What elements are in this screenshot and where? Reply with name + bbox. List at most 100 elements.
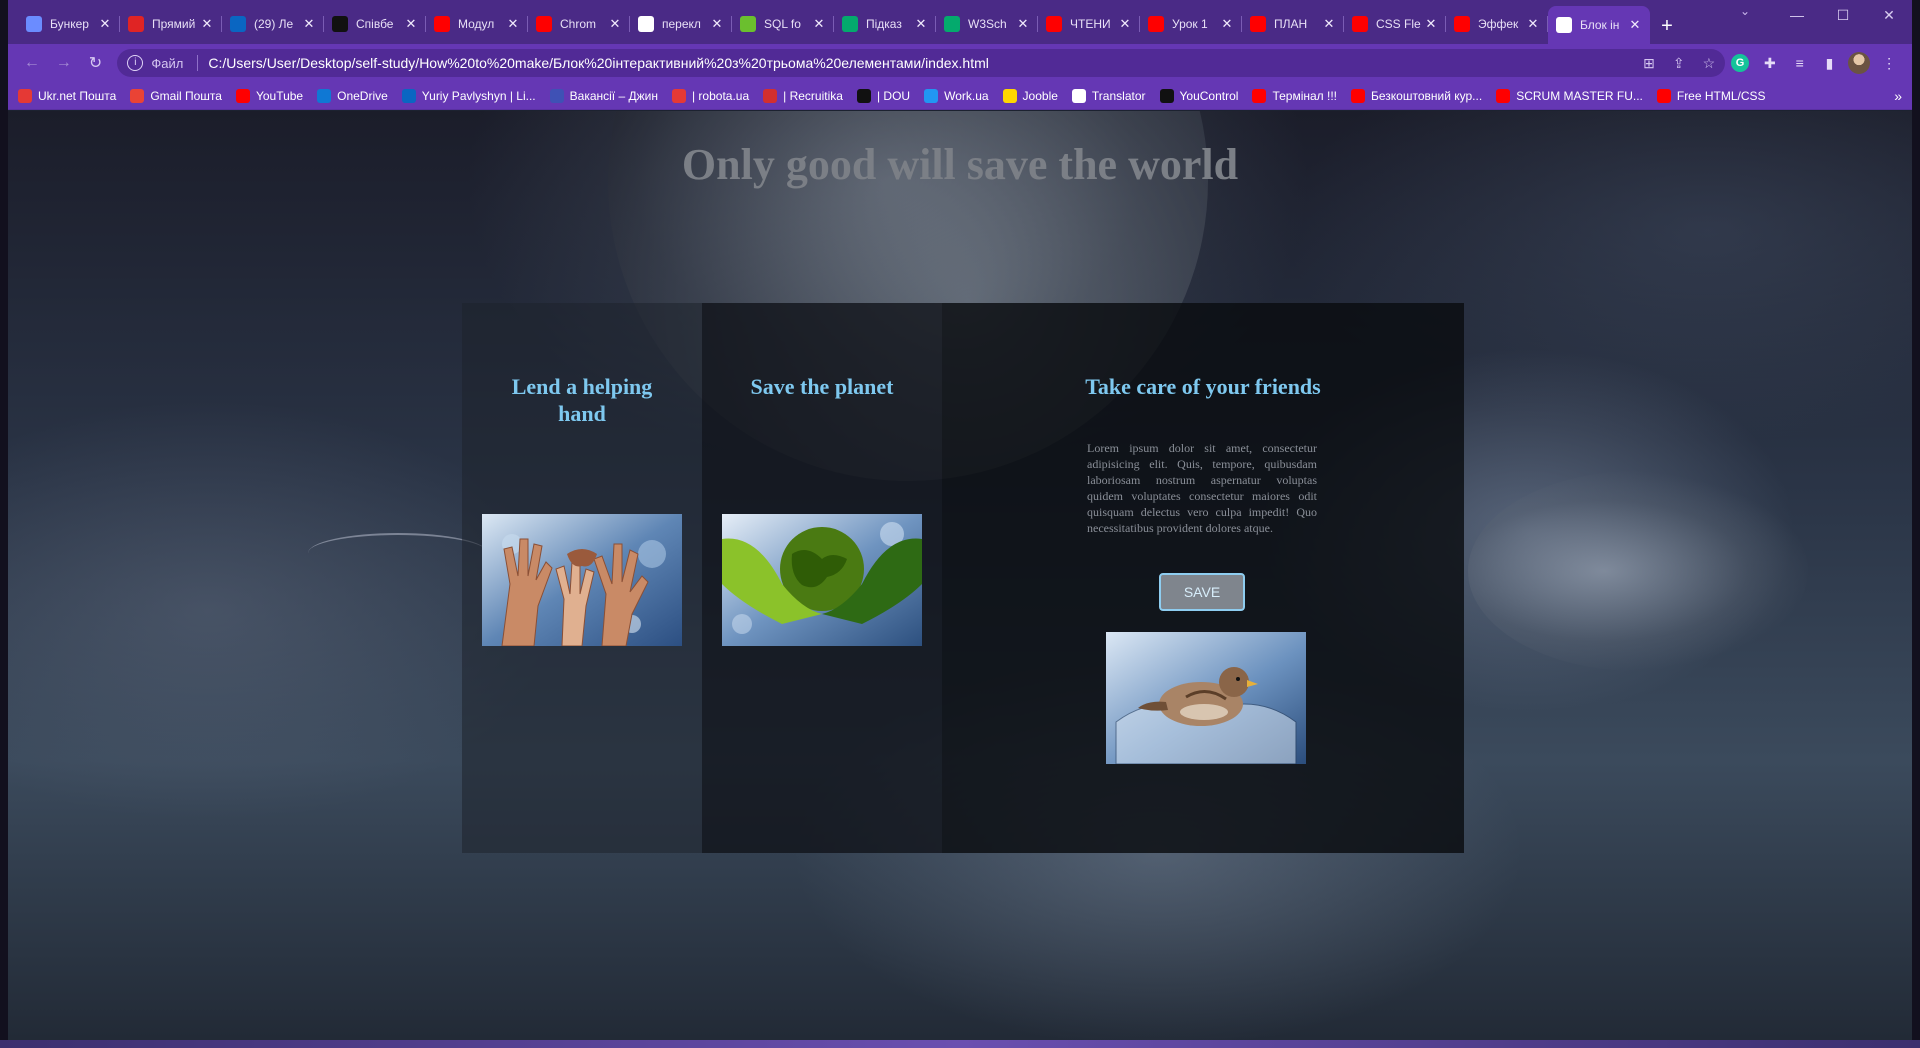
translate-icon[interactable]: ⊞ (1643, 55, 1655, 72)
tab-title: W3Sch (968, 17, 1007, 31)
side-panel-icon[interactable]: ▮ (1815, 49, 1845, 77)
cards-block: Lend a helping hand Save the planet Take… (462, 303, 1464, 853)
close-tab-icon[interactable]: ✕ (1322, 16, 1336, 32)
close-tab-icon[interactable]: ✕ (1220, 16, 1234, 32)
tab-title: Chrom (560, 17, 597, 31)
browser-tab[interactable]: (29) Ле ✕ (222, 6, 324, 42)
card-title: Lend a helping hand (511, 374, 653, 426)
close-tab-icon[interactable]: ✕ (914, 16, 928, 32)
browser-tab[interactable]: Співбе ✕ (324, 6, 426, 42)
youtube-icon (235, 88, 250, 103)
bookmark-item[interactable]: OneDrive (317, 88, 388, 103)
close-tab-icon[interactable]: ✕ (1628, 17, 1642, 33)
bookmark-item[interactable]: SCRUM MASTER FU... (1496, 88, 1643, 103)
card-helping-hand[interactable]: Lend a helping hand (462, 303, 702, 853)
youtube-icon (1352, 16, 1368, 32)
close-tab-icon[interactable]: ✕ (608, 16, 622, 32)
share-icon[interactable]: ⇪ (1673, 55, 1685, 72)
reading-list-icon[interactable]: ≡ (1785, 49, 1815, 77)
bookmark-item[interactable]: Translator (1071, 88, 1146, 103)
close-tab-icon[interactable]: ✕ (1016, 16, 1030, 32)
dou-icon (856, 88, 871, 103)
grammarly-extension-icon[interactable]: G (1725, 49, 1755, 77)
bookmark-item[interactable]: YouControl (1159, 88, 1238, 103)
gmail-icon (130, 88, 145, 103)
close-tab-icon[interactable]: ✕ (1118, 16, 1132, 32)
back-arrow-icon[interactable]: ← (16, 49, 48, 77)
bookmark-item[interactable]: Gmail Пошта (130, 88, 222, 103)
close-tab-icon[interactable]: ✕ (200, 16, 214, 32)
sparrow-in-hands-image (1106, 632, 1306, 764)
bookmark-label: Yuriy Pavlyshyn | Li... (421, 88, 536, 103)
bookmark-label: Translator (1091, 88, 1146, 103)
bookmark-item[interactable]: | DOU (856, 88, 910, 103)
workua-icon (924, 88, 939, 103)
spaceship-background (1468, 471, 1808, 671)
browser-menu-icon[interactable]: ⋮ (1874, 49, 1904, 77)
bookmark-item[interactable]: Jooble (1002, 88, 1058, 103)
bookmark-item[interactable]: Термінал !!! (1252, 88, 1337, 103)
close-tab-icon[interactable]: ✕ (710, 16, 724, 32)
browser-tab[interactable]: Модул ✕ (426, 6, 528, 42)
browser-tab[interactable]: Бункер ✕ (18, 6, 120, 42)
save-button[interactable]: SAVE (1159, 573, 1245, 611)
helping-hands-image (482, 514, 682, 646)
browser-tab[interactable]: ПЛАН ✕ (1242, 6, 1344, 42)
browser-tab[interactable]: Эффек ✕ (1446, 6, 1548, 42)
site-info-icon[interactable]: i (127, 55, 144, 71)
browser-tab[interactable]: Блок ін ✕ (1548, 6, 1650, 44)
browser-tab[interactable]: перекл ✕ (630, 6, 732, 42)
card-care-friends[interactable]: Take care of your friends Lorem ipsum do… (942, 303, 1464, 853)
bookmark-item[interactable]: | robota.ua (671, 88, 749, 103)
close-tab-icon[interactable]: ✕ (812, 16, 826, 32)
youtube-icon (1046, 16, 1062, 32)
tab-title: SQL fo (764, 17, 801, 31)
bookmark-star-icon[interactable]: ☆ (1703, 55, 1716, 72)
bookmarks-overflow-icon[interactable]: » (1894, 88, 1902, 104)
extensions-puzzle-icon[interactable]: ✚ (1755, 49, 1785, 77)
close-tab-icon[interactable]: ✕ (1526, 16, 1540, 32)
browser-tab[interactable]: CSS Fle ✕ (1344, 6, 1446, 42)
bookmark-item[interactable]: | Recruitika (763, 88, 843, 103)
bookmark-label: OneDrive (337, 88, 388, 103)
new-tab-button[interactable]: + (1650, 8, 1684, 44)
tab-title: Бункер (50, 17, 89, 31)
browser-tab[interactable]: Урок 1 ✕ (1140, 6, 1242, 42)
close-window-icon[interactable]: ✕ (1866, 0, 1912, 30)
card-save-planet[interactable]: Save the planet (702, 303, 942, 853)
browser-tab[interactable]: ЧТЕНИ ✕ (1038, 6, 1140, 42)
page-headline: Only good will save the world (681, 140, 1239, 189)
browser-tab[interactable]: SQL fo ✕ (732, 6, 834, 42)
reload-icon[interactable]: ↻ (80, 49, 112, 77)
bookmark-item[interactable]: Ukr.net Пошта (18, 88, 116, 103)
browser-tab[interactable]: Chrom ✕ (528, 6, 630, 42)
close-tab-icon[interactable]: ✕ (302, 16, 316, 32)
google-icon (1071, 88, 1086, 103)
youtube-icon (1454, 16, 1470, 32)
maximize-icon[interactable]: ☐ (1820, 0, 1866, 30)
tab-search-chevron-icon[interactable]: ⌄ (1740, 4, 1750, 18)
forward-arrow-icon[interactable]: → (48, 49, 80, 77)
close-tab-icon[interactable]: ✕ (404, 16, 418, 32)
tab-title: Модул (458, 17, 495, 31)
minimize-icon[interactable]: — (1774, 0, 1820, 30)
browser-tab[interactable]: Прямий ✕ (120, 6, 222, 42)
close-tab-icon[interactable]: ✕ (98, 16, 112, 32)
browser-tab[interactable]: W3Sch ✕ (936, 6, 1038, 42)
bookmark-item[interactable]: YouTube (235, 88, 303, 103)
profile-avatar[interactable] (1844, 49, 1874, 77)
bookmark-item[interactable]: Вакансії – Джин (549, 88, 658, 103)
bookmark-item[interactable]: Work.ua (924, 88, 989, 103)
tab-title: ЧТЕНИ (1070, 17, 1111, 31)
close-tab-icon[interactable]: ✕ (1424, 16, 1438, 32)
dou-icon (332, 16, 348, 32)
browser-tab[interactable]: Підказ ✕ (834, 6, 936, 42)
address-url[interactable]: C:/Users/User/Desktop/self-study/How%20t… (208, 55, 1625, 71)
youtube-icon (536, 16, 552, 32)
bookmark-item[interactable]: Free HTML/CSS (1656, 88, 1766, 103)
bookmark-item[interactable]: Yuriy Pavlyshyn | Li... (401, 88, 536, 103)
close-tab-icon[interactable]: ✕ (506, 16, 520, 32)
address-bar[interactable]: i Файл C:/Users/User/Desktop/self-study/… (117, 49, 1726, 77)
bookmark-item[interactable]: Безкоштовний кур... (1351, 88, 1482, 103)
youtube-icon (1656, 88, 1671, 103)
